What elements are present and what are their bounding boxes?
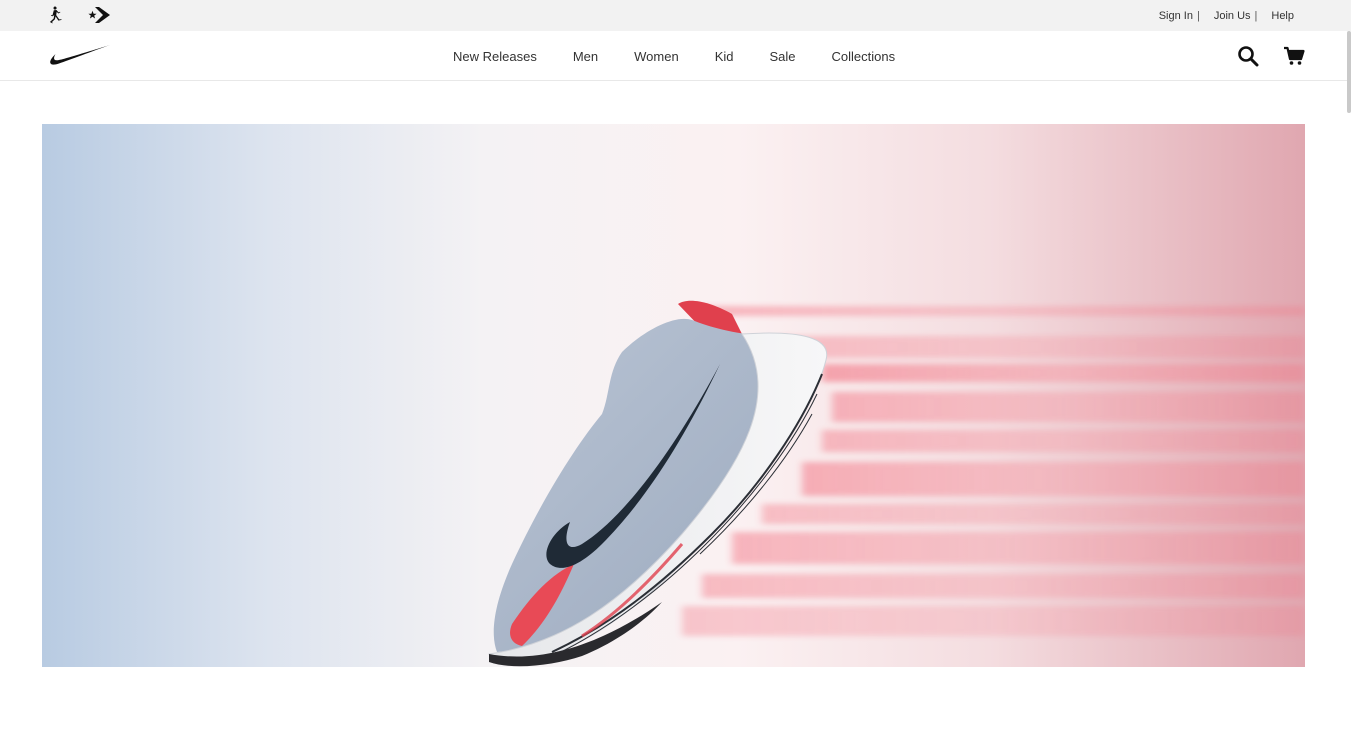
separator: | <box>1254 9 1258 22</box>
main-header: New Releases Men Women Kid Sale Collecti… <box>0 31 1351 81</box>
help-link[interactable]: Help <box>1269 10 1296 22</box>
separator: | <box>1196 9 1200 22</box>
nav-women[interactable]: Women <box>634 49 679 64</box>
nav-new-releases[interactable]: New Releases <box>453 49 537 64</box>
join-us-link[interactable]: Join Us <box>1212 10 1253 22</box>
jordan-jumpman-icon[interactable] <box>43 5 67 25</box>
main-nav: New Releases Men Women Kid Sale Collecti… <box>453 31 895 81</box>
nav-sale[interactable]: Sale <box>769 49 795 64</box>
nav-kid[interactable]: Kid <box>715 49 734 64</box>
hero-banner-image[interactable] <box>42 124 1305 667</box>
sign-in-link[interactable]: Sign In <box>1157 10 1195 22</box>
nav-collections[interactable]: Collections <box>832 49 896 64</box>
utility-bar: Sign In | Join Us | Help <box>0 0 1351 31</box>
nike-swoosh-logo[interactable] <box>49 44 111 68</box>
search-icon[interactable] <box>1237 45 1259 67</box>
converse-star-chevron-icon[interactable] <box>87 5 111 25</box>
nav-men[interactable]: Men <box>573 49 598 64</box>
running-shoe-illustration <box>488 300 1305 667</box>
utility-links: Sign In | Join Us | Help <box>1157 0 1296 31</box>
scrollbar-thumb[interactable] <box>1347 31 1351 113</box>
cart-icon[interactable] <box>1283 45 1305 67</box>
